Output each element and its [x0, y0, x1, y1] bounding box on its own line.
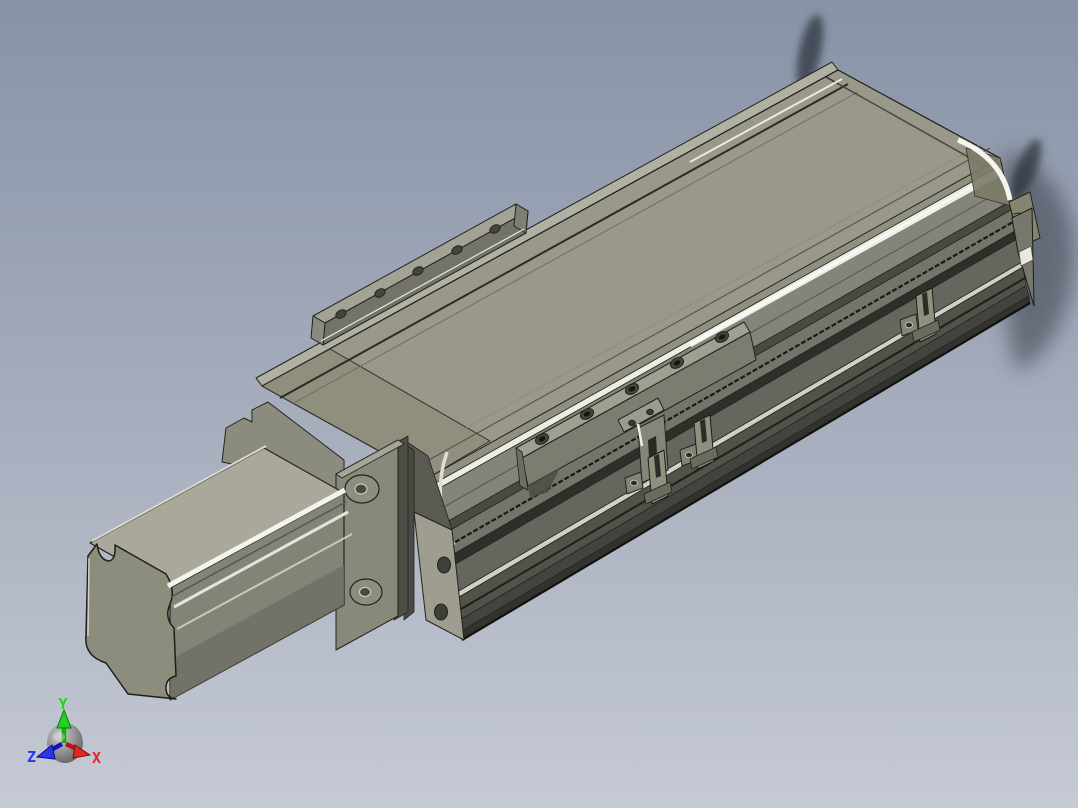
sensor-screw: [905, 321, 913, 329]
axis-z-label: Z: [27, 748, 36, 766]
flange-ear-hole: [359, 587, 371, 597]
mounting-hole: [437, 556, 451, 574]
flange-ear-hole: [354, 483, 368, 495]
sphere-specular: [53, 732, 65, 742]
sensor-screw: [630, 479, 638, 487]
motor-flange[interactable]: [335, 435, 409, 651]
mounting-hole: [434, 603, 448, 621]
axis-x-label: X: [92, 749, 101, 767]
axis-y-label: Y: [58, 695, 67, 713]
cad-scene[interactable]: Y Z X: [0, 0, 1078, 808]
sensor-screw: [685, 451, 693, 459]
cad-viewport[interactable]: Y Z X: [0, 0, 1078, 808]
